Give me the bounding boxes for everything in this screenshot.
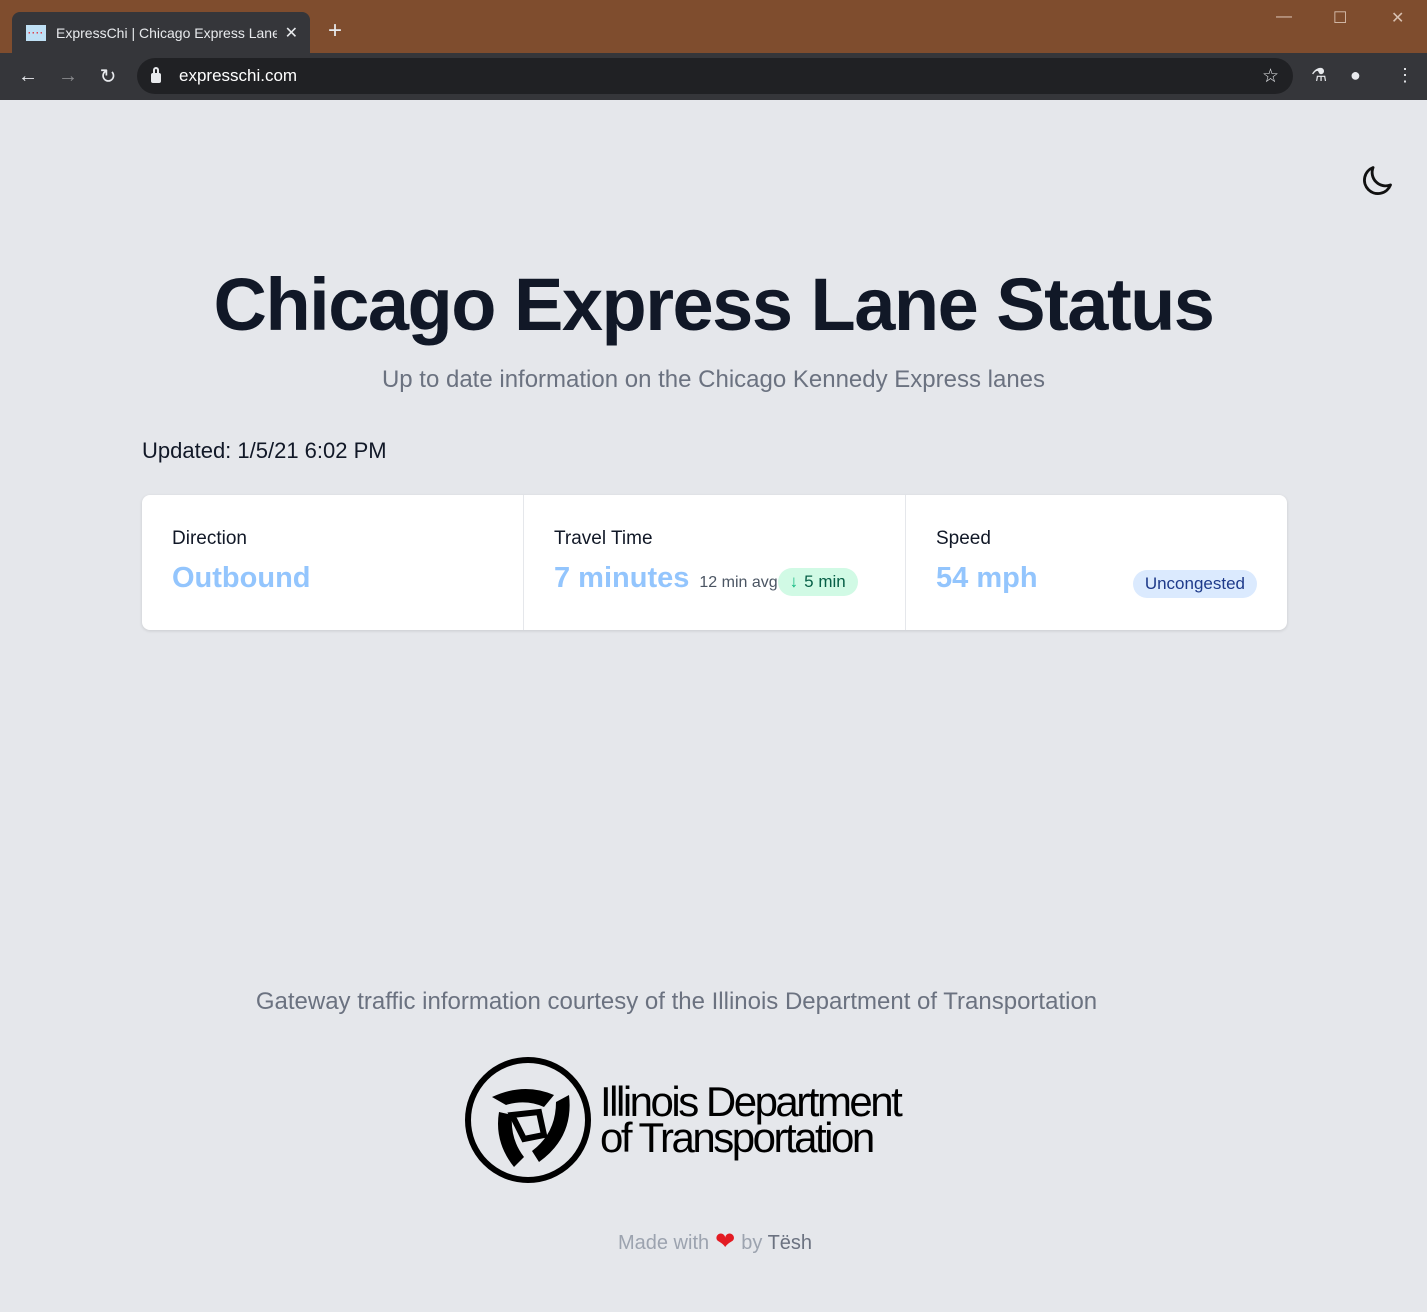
direction-label: Direction [172,528,247,549]
profile-avatar-icon[interactable]: ● [1350,65,1361,86]
travel-time-average: 12 min avg [699,574,778,591]
tab-title: ExpressChi | Chicago Express Lane [56,24,277,41]
labs-flask-icon[interactable]: ⚗ [1311,65,1327,86]
stats-panel: Direction Outbound Travel Time 7 minutes… [142,495,1287,630]
window-close-icon[interactable]: ✕ [1391,8,1404,28]
idot-logo: Illinois Department of Transportation [464,1057,903,1183]
made-with-text: Made with [617,1232,710,1254]
browser-titlebar: ···· ExpressChi | Chicago Express Lane ✕… [0,0,1427,53]
page-subtitle: Up to date information on the Chicago Ke… [381,366,1046,393]
url-text: expresschi.com [179,66,298,85]
travel-time-card: Travel Time 7 minutes 12 min avg ↓ 5 min [523,495,905,630]
idot-wordmark: Illinois Department of Transportation [600,1081,903,1161]
browser-toolbar: ← → ↻ expresschi.com ☆ ⚗ ● ⋮ [0,53,1427,100]
address-bar[interactable]: expresschi.com ☆ [137,58,1293,94]
back-icon[interactable]: ← [8,65,48,88]
congestion-status-badge: Uncongested [1132,570,1257,598]
direction-value: Outbound [172,562,311,594]
travel-time-value: 7 minutes [554,562,690,594]
change-value: 5 min [804,572,846,591]
reload-icon[interactable]: ↻ [88,64,128,89]
travel-time-change-badge: ↓ 5 min [777,568,858,596]
heart-icon: ❤ [715,1228,736,1255]
speed-value: 54 mph [936,562,1038,594]
footer-credit: Made with ❤ by Tësh [0,1227,1427,1256]
moon-icon[interactable] [1358,162,1396,205]
direction-card: Direction Outbound [142,495,523,630]
page-title: Chicago Express Lane Status [213,263,1215,346]
menu-kebab-icon[interactable]: ⋮ [1396,65,1414,86]
logo-line-2: of Transportation [600,1114,875,1161]
browser-tab[interactable]: ···· ExpressChi | Chicago Express Lane ✕ [12,12,310,53]
author-link[interactable]: Tësh [768,1232,812,1254]
speed-card: Speed 54 mph Uncongested [905,495,1287,630]
chicago-flag-favicon-icon: ···· [26,24,46,41]
updated-timestamp: Updated: 1/5/21 6:02 PM [142,438,387,463]
bookmark-star-icon[interactable]: ☆ [1262,65,1279,88]
idot-emblem-icon [465,1057,591,1183]
forward-icon[interactable]: → [48,65,88,88]
new-tab-icon[interactable]: + [328,18,342,44]
arrow-down-icon: ↓ [789,572,799,591]
lock-icon [151,67,161,83]
courtesy-text: Gateway traffic information courtesy of … [255,988,1098,1015]
close-tab-icon[interactable]: ✕ [285,23,298,43]
by-text: by [741,1232,763,1254]
travel-time-label: Travel Time [554,528,653,549]
minimize-icon[interactable]: — [1276,8,1292,26]
maximize-icon[interactable]: ☐ [1333,8,1347,28]
speed-label: Speed [936,528,991,549]
